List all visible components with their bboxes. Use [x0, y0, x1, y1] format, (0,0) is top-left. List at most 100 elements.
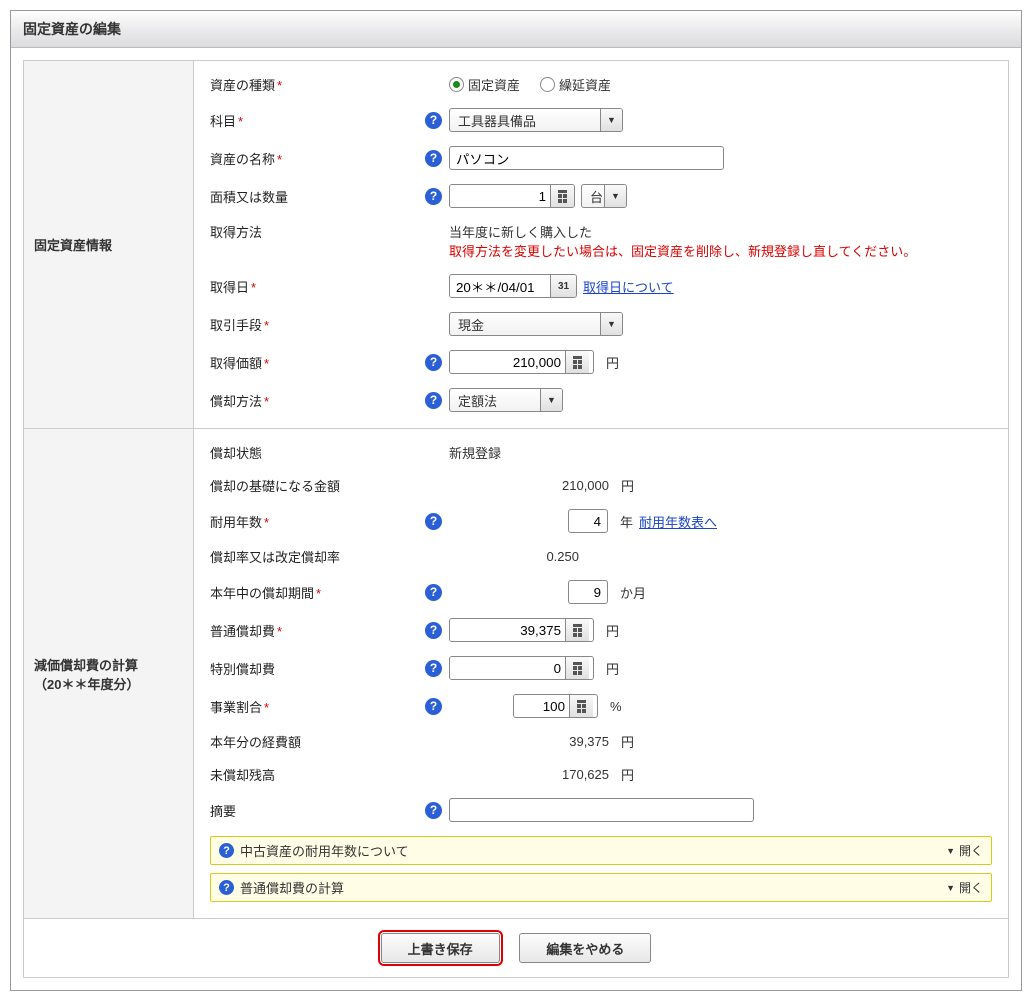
disclosure-label: 中古資産の耐用年数について — [240, 841, 409, 860]
help-icon: ? — [219, 880, 234, 895]
label-dep-base: 償却の基礎になる金額 — [210, 476, 425, 495]
calculator-icon — [573, 624, 582, 637]
save-button[interactable]: 上書き保存 — [381, 933, 500, 963]
label-ord-dep: 普通償却費* — [210, 621, 425, 640]
label-acq-method: 取得方法 — [210, 222, 425, 241]
input-acq-cost[interactable] — [450, 351, 565, 373]
section-fixed-asset-info: 固定資産情報 — [24, 61, 194, 429]
help-icon[interactable]: ? — [425, 392, 442, 409]
disclosure-label: 普通償却費の計算 — [240, 878, 344, 897]
input-ord-dep[interactable] — [450, 619, 565, 641]
chevron-down-icon: ▼ — [946, 883, 955, 893]
select-account[interactable]: 工具器具備品 ▼ — [449, 108, 623, 132]
input-quantity-group — [449, 184, 575, 208]
label-expense: 本年分の経費額 — [210, 732, 425, 751]
text-dep-base: 210,000 — [449, 478, 609, 493]
unit-yen: 円 — [606, 621, 619, 640]
unit-month: か月 — [620, 583, 646, 602]
select-dep-method[interactable]: 定額法 ▼ — [449, 388, 563, 412]
calculator-button[interactable] — [565, 657, 589, 679]
help-icon[interactable]: ? — [425, 150, 442, 167]
calculator-icon — [573, 662, 582, 675]
chevron-down-icon: ▼ — [607, 115, 616, 125]
label-residual: 未償却残高 — [210, 765, 425, 784]
calculator-button[interactable] — [565, 619, 589, 641]
text-expense: 39,375 — [449, 734, 609, 749]
input-ord-dep-group — [449, 618, 594, 642]
label-summary: 摘要 — [210, 801, 425, 820]
input-asset-name[interactable] — [449, 146, 724, 170]
disclosure-used-asset-life[interactable]: ? 中古資産の耐用年数について ▼開く — [210, 836, 992, 865]
input-acq-cost-group — [449, 350, 594, 374]
label-account: 科目* — [210, 111, 425, 130]
label-dep-status: 償却状態 — [210, 443, 425, 462]
disclosure-ord-dep-calc[interactable]: ? 普通償却費の計算 ▼開く — [210, 873, 992, 902]
help-icon[interactable]: ? — [425, 513, 442, 530]
help-icon[interactable]: ? — [425, 354, 442, 371]
unit-yen: 円 — [606, 659, 619, 678]
link-useful-life-table[interactable]: 耐用年数表へ — [639, 512, 717, 531]
input-biz-ratio-group — [513, 694, 598, 718]
chevron-down-icon: ▼ — [547, 395, 556, 405]
calculator-icon — [573, 356, 582, 369]
label-quantity: 面積又は数量 — [210, 187, 425, 206]
input-quantity[interactable] — [450, 185, 550, 207]
input-biz-ratio[interactable] — [514, 695, 569, 717]
input-useful-life[interactable] — [568, 509, 608, 533]
label-useful-life: 耐用年数* — [210, 512, 425, 531]
label-pay-method: 取引手段* — [210, 315, 425, 334]
label-asset-type: 資産の種類* — [210, 75, 425, 94]
text-acq-method-value: 当年度に新しく購入した — [449, 222, 992, 241]
radio-unchecked-icon — [540, 77, 555, 92]
label-dep-method: 償却方法* — [210, 391, 425, 410]
window-title: 固定資産の編集 — [11, 11, 1021, 48]
unit-yen: 円 — [621, 476, 634, 495]
help-icon[interactable]: ? — [425, 112, 442, 129]
chevron-down-icon: ▼ — [607, 319, 616, 329]
input-summary[interactable] — [449, 798, 754, 822]
calendar-button[interactable]: 31 — [550, 275, 576, 297]
input-acq-date[interactable] — [450, 275, 550, 297]
radio-deferred-asset[interactable]: 繰延資産 — [540, 75, 611, 94]
help-icon[interactable]: ? — [425, 802, 442, 819]
select-pay-method[interactable]: 現金 ▼ — [449, 312, 623, 336]
help-icon[interactable]: ? — [425, 188, 442, 205]
text-dep-rate: 0.250 — [449, 549, 579, 564]
unit-percent: % — [610, 699, 622, 714]
help-icon: ? — [219, 843, 234, 858]
help-icon[interactable]: ? — [425, 660, 442, 677]
label-spec-dep: 特別償却費 — [210, 659, 425, 678]
section-depreciation-calc: 減価償却費の計算 （20＊＊年度分） — [24, 429, 194, 919]
text-residual: 170,625 — [449, 767, 609, 782]
input-spec-dep[interactable] — [450, 657, 565, 679]
calculator-icon — [577, 700, 586, 713]
unit-year: 年 — [620, 512, 633, 531]
label-dep-period: 本年中の償却期間* — [210, 583, 425, 602]
label-acq-cost: 取得価額* — [210, 353, 425, 372]
calculator-button[interactable] — [569, 695, 593, 717]
help-icon[interactable]: ? — [425, 584, 442, 601]
chevron-down-icon: ▼ — [611, 191, 620, 201]
cancel-button[interactable]: 編集をやめる — [519, 933, 651, 963]
select-qty-unit[interactable]: 台 ▼ — [581, 184, 627, 208]
help-icon[interactable]: ? — [425, 622, 442, 639]
label-biz-ratio: 事業割合* — [210, 697, 425, 716]
input-spec-dep-group — [449, 656, 594, 680]
label-dep-rate: 償却率又は改定償却率 — [210, 547, 425, 566]
text-dep-status: 新規登録 — [449, 443, 501, 462]
label-acq-date: 取得日* — [210, 277, 425, 296]
text-acq-method-note: 取得方法を変更したい場合は、固定資産を削除し、新規登録し直してください。 — [449, 241, 992, 260]
unit-yen: 円 — [606, 353, 619, 372]
radio-fixed-asset[interactable]: 固定資産 — [449, 75, 520, 94]
help-icon[interactable]: ? — [425, 698, 442, 715]
unit-yen: 円 — [621, 765, 634, 784]
link-about-acq-date[interactable]: 取得日について — [583, 277, 674, 296]
input-acq-date-group: 31 — [449, 274, 577, 298]
calculator-icon — [558, 190, 567, 203]
label-asset-name: 資産の名称* — [210, 149, 425, 168]
input-dep-period[interactable] — [568, 580, 608, 604]
calculator-button[interactable] — [550, 185, 574, 207]
chevron-down-icon: ▼ — [946, 846, 955, 856]
calculator-button[interactable] — [565, 351, 589, 373]
radio-checked-icon — [449, 77, 464, 92]
